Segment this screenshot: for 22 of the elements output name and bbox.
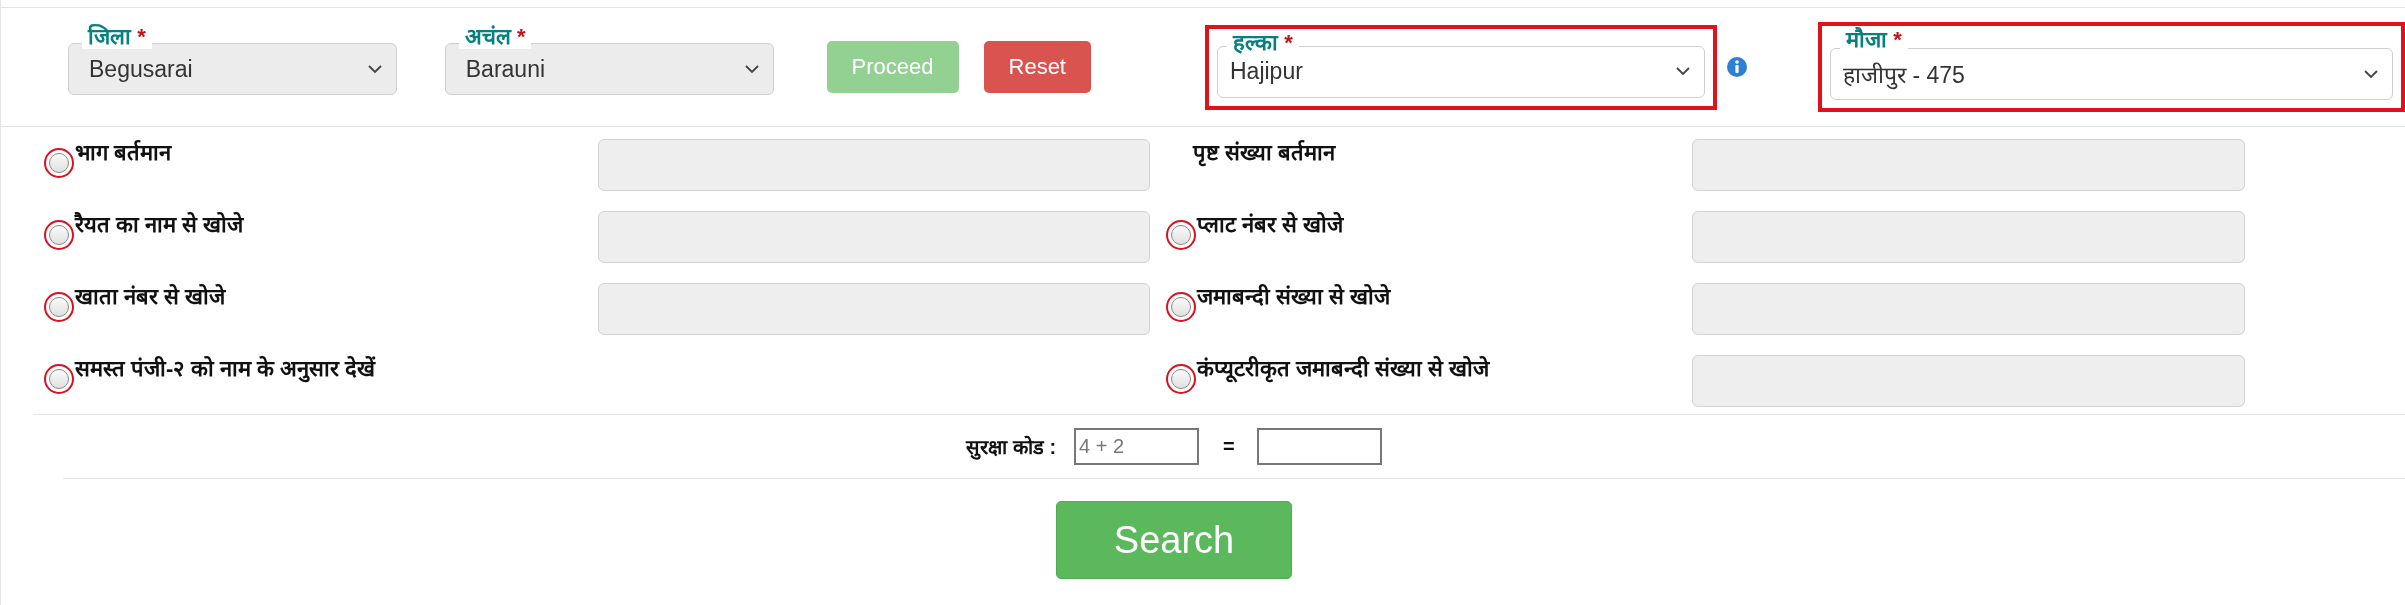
option-label: रैयत का नाम से खोजे xyxy=(75,213,244,237)
security-code-label: सुरक्षा कोड : xyxy=(966,434,1057,460)
answer-field[interactable] xyxy=(1256,428,1382,465)
field-label: अचंल * xyxy=(458,25,532,49)
chevron-down-icon xyxy=(2364,69,2378,79)
chevron-down-icon xyxy=(367,64,382,74)
chevron-down-icon xyxy=(1676,67,1690,76)
chevron-down-icon xyxy=(744,64,759,74)
option-label: समस्त पंजी-२ को नाम के अनुसार देखें xyxy=(75,357,375,381)
option-label: प्लाट नंबर से खोजे xyxy=(1197,213,1344,237)
reset-button[interactable]: Reset xyxy=(983,41,1091,93)
captcha-field: 4 + 2 xyxy=(1074,428,1200,465)
info-icon[interactable] xyxy=(1726,56,1748,78)
option-label: कंप्यूटरीकृत जमाबन्दी संख्या से खोजे xyxy=(1197,357,1490,381)
option-label: खाता नंबर से खोजे xyxy=(75,285,226,309)
option-label: भाग बर्तमान xyxy=(75,141,172,165)
dropdown-select[interactable]: हाजीपुर - 475 xyxy=(1830,48,2393,100)
option-label: जमाबन्दी संख्या से खोजे xyxy=(1197,285,1391,309)
equals-sign: = xyxy=(1223,435,1235,458)
option-label: पृष्ट संख्या बर्तमान xyxy=(1193,141,1336,165)
field-label: जिला * xyxy=(82,25,152,49)
field-label: मौजा * xyxy=(1840,28,1908,52)
